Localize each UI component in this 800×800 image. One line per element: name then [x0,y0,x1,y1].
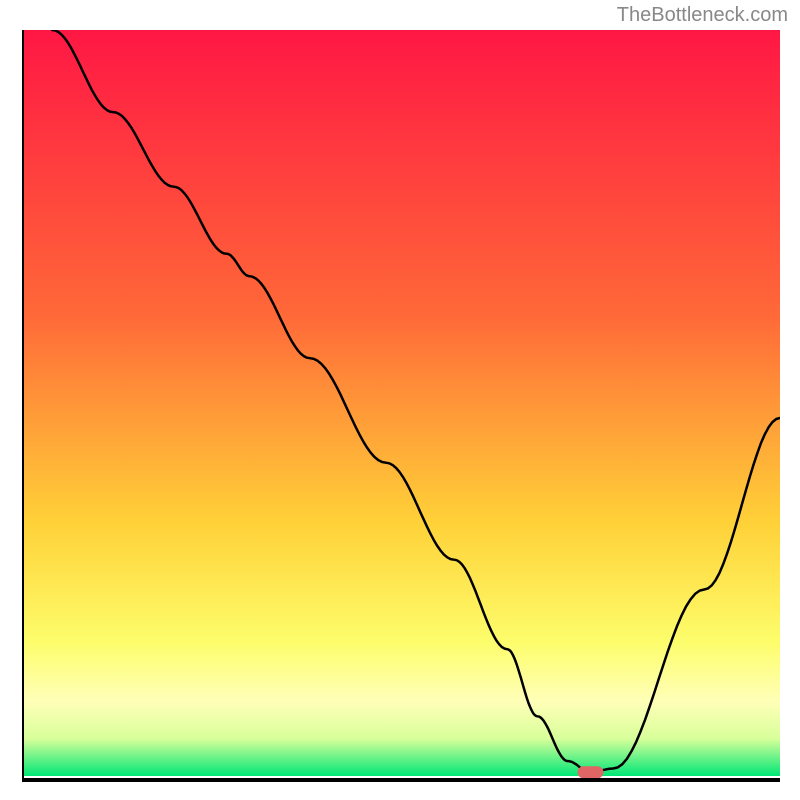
chart-container [22,30,780,782]
chart-svg [22,30,780,782]
gradient-background [22,30,780,776]
optimal-marker [578,766,604,778]
watermark-text: TheBottleneck.com [617,4,788,27]
